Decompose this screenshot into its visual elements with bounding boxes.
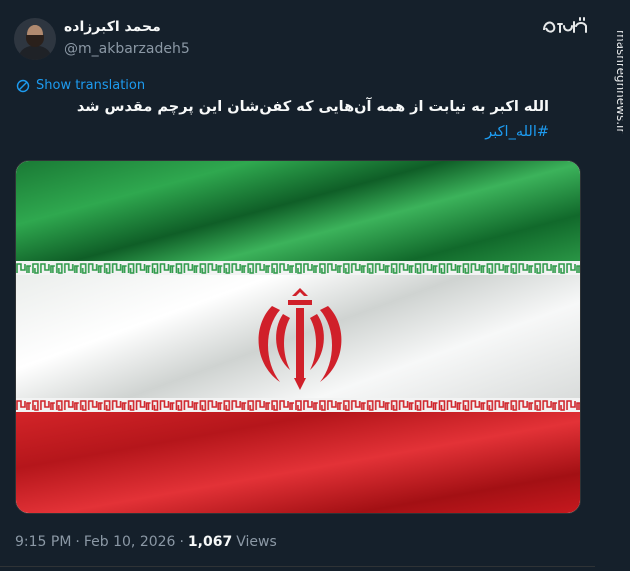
tweet-media-image[interactable] (15, 160, 581, 514)
show-translation-label: Show translation (36, 78, 146, 93)
views-count: 1,067 (187, 534, 233, 550)
hashtag-link[interactable]: #الله_اکبر (485, 124, 549, 140)
tweet-time[interactable]: 9:15 PM (15, 534, 71, 550)
tweet-meta: 9:15 PM · Feb 10, 2026 · 1,067 Views (15, 534, 277, 550)
flag-red-band (16, 406, 580, 513)
tweet-card: محمد اکبرزاده @m_akbarzadeh5 Show transl… (0, 0, 595, 571)
avatar[interactable] (14, 18, 56, 60)
flag-green-band (16, 161, 580, 266)
mashregh-logo-icon (543, 17, 587, 33)
tweet-text: الله اکبر به نیابت از همه آن‌هایی که کفن… (76, 99, 549, 115)
author-handle[interactable]: @m_akbarzadeh5 (64, 41, 190, 57)
views-label: Views (236, 534, 277, 550)
divider (0, 566, 595, 567)
translate-icon (16, 79, 30, 92)
meta-separator: · (75, 534, 80, 550)
kufic-border-bottom (16, 398, 580, 412)
watermark: mashreghnews.ir (614, 30, 623, 133)
avatar-suit (18, 46, 52, 60)
kufic-border-top (16, 261, 580, 275)
meta-separator: · (179, 534, 184, 550)
iran-emblem-icon (258, 288, 342, 390)
avatar-beard (26, 35, 44, 47)
tweet-date[interactable]: Feb 10, 2026 (84, 534, 176, 550)
watermark-text: mashreghnews.ir (614, 30, 623, 133)
show-translation-link[interactable]: Show translation (16, 78, 145, 93)
author-name[interactable]: محمد اکبرزاده (64, 19, 161, 35)
